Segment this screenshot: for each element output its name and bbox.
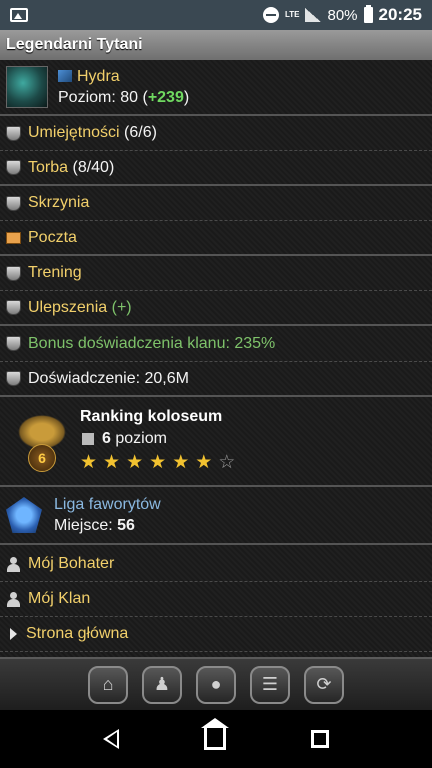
chest-icon: [6, 195, 21, 211]
experience-row: Doświadczenie: 20,6M: [0, 362, 432, 397]
hero-button[interactable]: ♟: [142, 665, 182, 704]
arrow-right-icon: [10, 628, 17, 640]
my-clan-label: Mój Klan: [28, 590, 91, 607]
home-link-label: Strona główna: [26, 625, 129, 642]
main-content: Hydra Poziom: 80 (+239) Umiejętności (6/…: [0, 60, 432, 657]
link-my-hero[interactable]: Mój Bohater: [0, 547, 432, 582]
mail-icon: [6, 231, 21, 244]
link-home[interactable]: Strona główna: [0, 617, 432, 652]
home-icon: ⌂: [102, 674, 114, 694]
coliseum-ranking[interactable]: 6 Ranking koloseum 6 poziom ★ ★ ★ ★ ★ ★ ☆: [0, 397, 432, 487]
menu-item-bag[interactable]: Torba (8/40): [0, 151, 432, 186]
coliseum-badge-number: 6: [28, 444, 56, 472]
android-nav-bar: [0, 710, 432, 768]
hero-row[interactable]: Hydra Poziom: 80 (+239): [0, 60, 432, 116]
clan-bonus-row: Bonus doświadczenia klanu: 235%: [0, 326, 432, 362]
hero-level-close: ): [183, 88, 190, 106]
coliseum-level-label: poziom: [115, 430, 167, 447]
status-bar: LTE 80% 20:25: [0, 0, 432, 30]
menu-item-chest[interactable]: Skrzynia: [0, 186, 432, 221]
league-name[interactable]: Liga faworytów: [54, 496, 161, 514]
upgrades-extra: (+): [111, 298, 132, 316]
coliseum-title: Ranking koloseum: [80, 408, 223, 425]
experience-text: Doświadczenie: 20,6M: [28, 369, 189, 387]
coins-icon: ●: [210, 674, 222, 694]
chest-label: Skrzynia: [28, 194, 90, 211]
list-icon: ☰: [261, 674, 279, 694]
network-type: LTE: [284, 10, 300, 19]
upgrades-label: Ulepszenia: [28, 298, 108, 316]
star-filled-icon: ★: [195, 452, 213, 473]
link-my-clan[interactable]: Mój Klan: [0, 582, 432, 617]
hourglass-icon: [82, 432, 94, 445]
star-filled-icon: ★: [172, 452, 190, 473]
recent-apps-button[interactable]: [311, 730, 330, 748]
skills-count: (6/6): [124, 124, 157, 141]
training-label: Trening: [28, 264, 82, 281]
star-empty-icon: ☆: [218, 452, 236, 473]
shield-icon: [6, 125, 21, 141]
experience-icon: [6, 371, 21, 386]
menu-item-training[interactable]: Trening: [0, 256, 432, 291]
signal-icon: [305, 8, 322, 22]
clan-person-icon: [6, 591, 21, 607]
bag-icon: [6, 160, 21, 175]
menu-item-mail[interactable]: Poczta: [0, 221, 432, 256]
refresh-button[interactable]: ⟳: [304, 665, 344, 704]
star-filled-icon: ★: [103, 452, 121, 473]
coliseum-level-value: 6: [102, 430, 111, 447]
league-place-value: 56: [117, 516, 135, 534]
hero-level-label: Poziom: 80 (: [58, 88, 148, 106]
star-filled-icon: ★: [126, 452, 144, 473]
star-filled-icon: ★: [80, 452, 98, 473]
clan-bonus-text: Bonus doświadczenia klanu: 235%: [28, 334, 276, 352]
training-icon: [6, 265, 21, 281]
league-place-label: Miejsce:: [54, 516, 113, 534]
hero-class-icon: [58, 70, 72, 83]
image-notification-icon: [10, 8, 28, 22]
back-button[interactable]: [102, 729, 119, 749]
refresh-icon: ⟳: [316, 674, 332, 694]
league-star-icon: [6, 497, 42, 533]
hero-avatar[interactable]: [6, 66, 48, 108]
menu-item-skills[interactable]: Umiejętności (6/6): [0, 116, 432, 151]
hero-level-bonus: +239: [147, 88, 184, 106]
clan-icon: [6, 336, 21, 351]
coliseum-emblem-icon: 6: [14, 408, 70, 474]
do-not-disturb-icon: [262, 7, 279, 23]
game-toolbar: ⌂ ♟ ● ☰ ⟳: [0, 657, 432, 710]
clock: 20:25: [378, 5, 422, 24]
hero-person-icon: [6, 556, 21, 572]
home-nav-button[interactable]: [200, 718, 229, 750]
person-icon: ♟: [153, 674, 171, 694]
rating-stars: ★ ★ ★ ★ ★ ★ ☆: [80, 451, 241, 474]
league-row[interactable]: Liga faworytów Miejsce: 56: [0, 487, 432, 545]
page-title: Legendarni Tytani: [0, 30, 432, 60]
coins-button[interactable]: ●: [196, 665, 236, 704]
my-hero-label: Mój Bohater: [28, 555, 115, 572]
mail-label: Poczta: [28, 228, 77, 246]
menu-button[interactable]: ☰: [250, 665, 290, 704]
hero-name[interactable]: Hydra: [77, 68, 120, 85]
home-button[interactable]: ⌂: [88, 665, 128, 704]
upgrade-icon: [6, 300, 21, 315]
skills-label: Umiejętności: [28, 124, 120, 141]
bag-label: Torba: [28, 158, 69, 176]
bag-count: (8/40): [72, 158, 115, 176]
menu-item-upgrades[interactable]: Ulepszenia (+): [0, 291, 432, 326]
star-filled-icon: ★: [149, 452, 167, 473]
battery-icon: [363, 5, 373, 23]
battery-percent: 80%: [327, 6, 358, 24]
